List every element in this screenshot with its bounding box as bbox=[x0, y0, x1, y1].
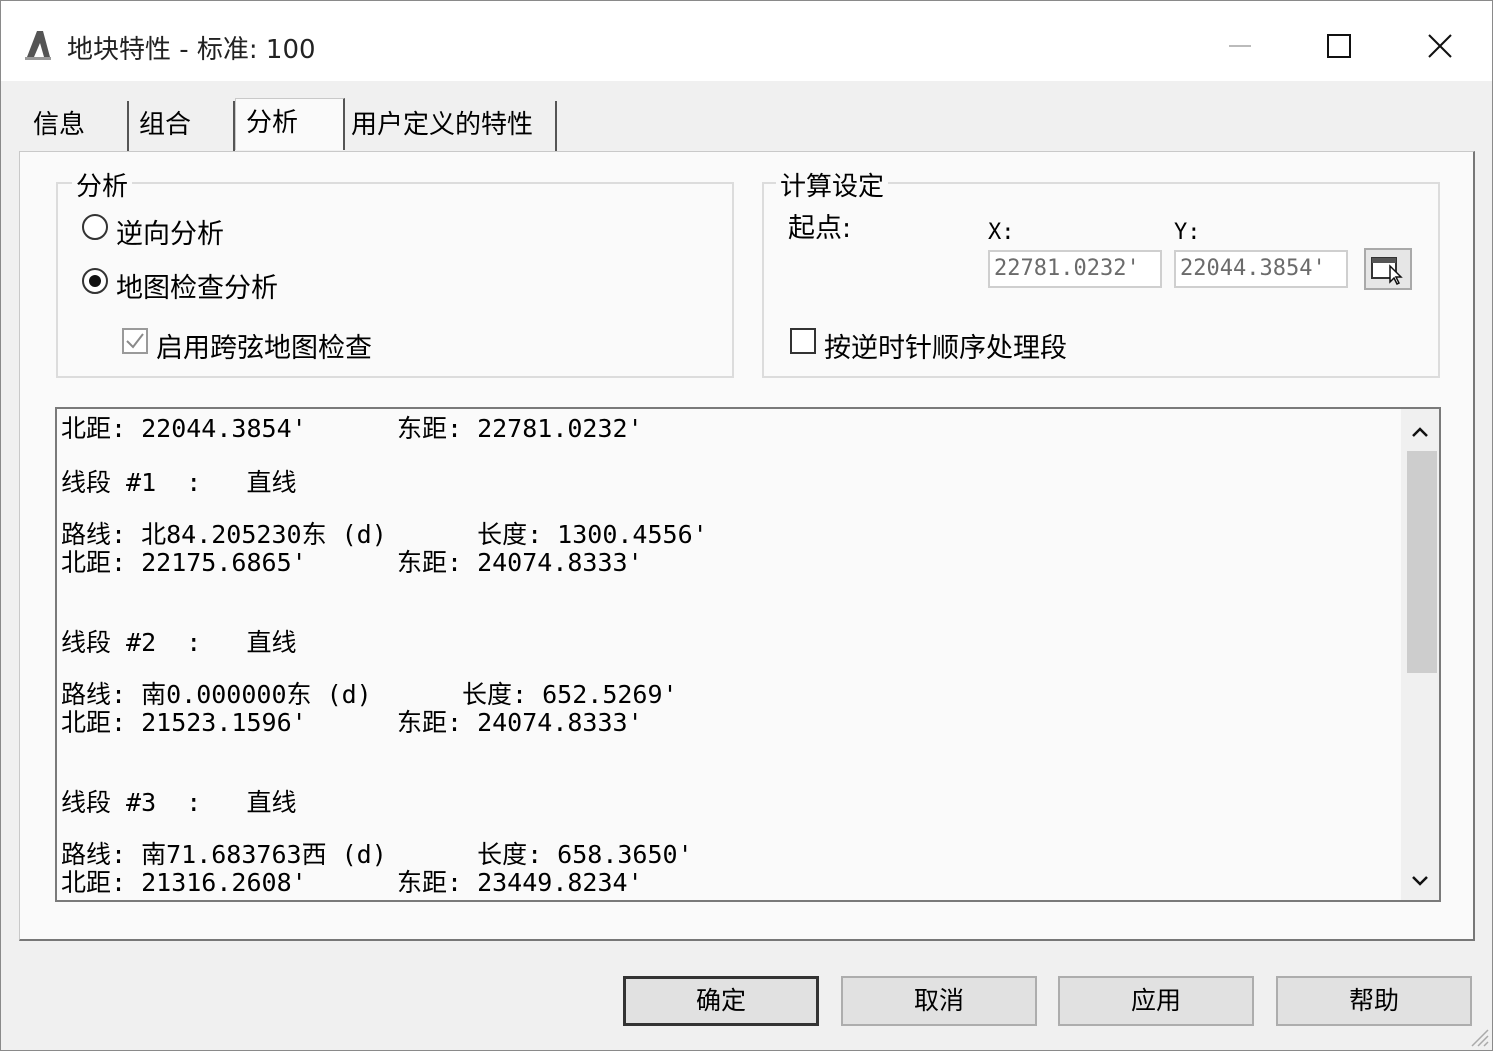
tab-user-defined-properties[interactable]: 用户定义的特性 bbox=[345, 101, 557, 151]
scroll-down-icon[interactable] bbox=[1409, 870, 1431, 892]
help-button[interactable]: 帮助 bbox=[1276, 976, 1472, 1026]
output-line: 线段 #1 : 直线 bbox=[61, 468, 297, 497]
calc-settings-legend: 计算设定 bbox=[776, 166, 889, 203]
tab-info[interactable]: 信息 bbox=[23, 101, 129, 151]
reverse-analysis-label[interactable]: 逆向分析 bbox=[116, 212, 224, 251]
chord-map-check-label[interactable]: 启用跨弦地图检查 bbox=[156, 326, 372, 365]
close-button[interactable] bbox=[1391, 1, 1491, 81]
autocad-a-icon bbox=[25, 31, 51, 60]
map-check-analysis-radio[interactable] bbox=[82, 268, 108, 294]
cancel-button[interactable]: 取消 bbox=[841, 976, 1037, 1026]
output-line: 线段 #2 : 直线 bbox=[61, 628, 297, 657]
ok-button[interactable]: 确定 bbox=[623, 976, 819, 1026]
analysis-group: 分析 逆向分析 地图检查分析 启用跨弦地图检查 bbox=[56, 166, 734, 378]
scroll-up-icon[interactable] bbox=[1409, 421, 1431, 443]
start-x-field[interactable]: 22781.0232' bbox=[988, 250, 1162, 288]
output-line: 路线: 北84.205230东 (d) 长度: 1300.4556' bbox=[61, 520, 708, 549]
close-icon bbox=[1428, 34, 1452, 58]
vertical-scrollbar[interactable] bbox=[1401, 409, 1439, 900]
minimize-icon bbox=[1229, 45, 1251, 47]
reverse-analysis-radio[interactable] bbox=[82, 214, 108, 240]
properties-dialog: 地块特性 - 标准: 100 信息 组合 分析 用户定义的特性 分析 逆向分析 … bbox=[0, 0, 1493, 1051]
scrollbar-thumb[interactable] bbox=[1407, 451, 1437, 673]
pick-point-icon bbox=[1371, 257, 1403, 286]
output-line: 北距: 22044.3854' 东距: 22781.0232' bbox=[61, 414, 643, 443]
x-label: X: bbox=[988, 220, 1015, 245]
output-line: 北距: 22175.6865' 东距: 24074.8333' bbox=[61, 548, 643, 577]
analysis-group-legend: 分析 bbox=[72, 166, 133, 203]
maximize-icon bbox=[1327, 34, 1351, 58]
counterclockwise-label[interactable]: 按逆时针顺序处理段 bbox=[824, 326, 1067, 365]
minimize-button[interactable] bbox=[1189, 1, 1289, 81]
maximize-button[interactable] bbox=[1289, 1, 1389, 81]
start-y-field[interactable]: 22044.3854' bbox=[1174, 250, 1348, 288]
counterclockwise-checkbox[interactable] bbox=[790, 328, 816, 354]
output-line: 北距: 21523.1596' 东距: 24074.8333' bbox=[61, 708, 643, 737]
map-check-analysis-label[interactable]: 地图检查分析 bbox=[116, 266, 278, 305]
resize-grip-icon[interactable] bbox=[1466, 1024, 1490, 1048]
tab-combine[interactable]: 组合 bbox=[129, 101, 235, 151]
pick-point-button[interactable] bbox=[1364, 248, 1412, 290]
window-title: 地块特性 - 标准: 100 bbox=[67, 35, 316, 65]
calc-settings-group: 计算设定 起点: X: Y: 22781.0232' 22044.3854' 按… bbox=[762, 166, 1440, 378]
y-label: Y: bbox=[1174, 220, 1201, 245]
start-point-label: 起点: bbox=[788, 213, 852, 244]
output-line: 路线: 南0.000000东 (d) 长度: 652.5269' bbox=[61, 680, 678, 709]
chord-map-check-checkbox[interactable] bbox=[122, 328, 148, 354]
output-line: 路线: 南71.683763西 (d) 长度: 658.3650' bbox=[61, 840, 693, 869]
checkmark-icon bbox=[126, 333, 144, 349]
apply-button[interactable]: 应用 bbox=[1058, 976, 1254, 1026]
title-bar: 地块特性 - 标准: 100 bbox=[1, 1, 1492, 81]
output-line: 线段 #3 : 直线 bbox=[61, 788, 297, 817]
tab-analysis[interactable]: 分析 bbox=[235, 98, 345, 150]
analysis-output[interactable]: 北距: 22044.3854' 东距: 22781.0232' 线段 #1 : … bbox=[55, 407, 1441, 902]
output-line: 北距: 21316.2608' 东距: 23449.8234' bbox=[61, 868, 643, 897]
